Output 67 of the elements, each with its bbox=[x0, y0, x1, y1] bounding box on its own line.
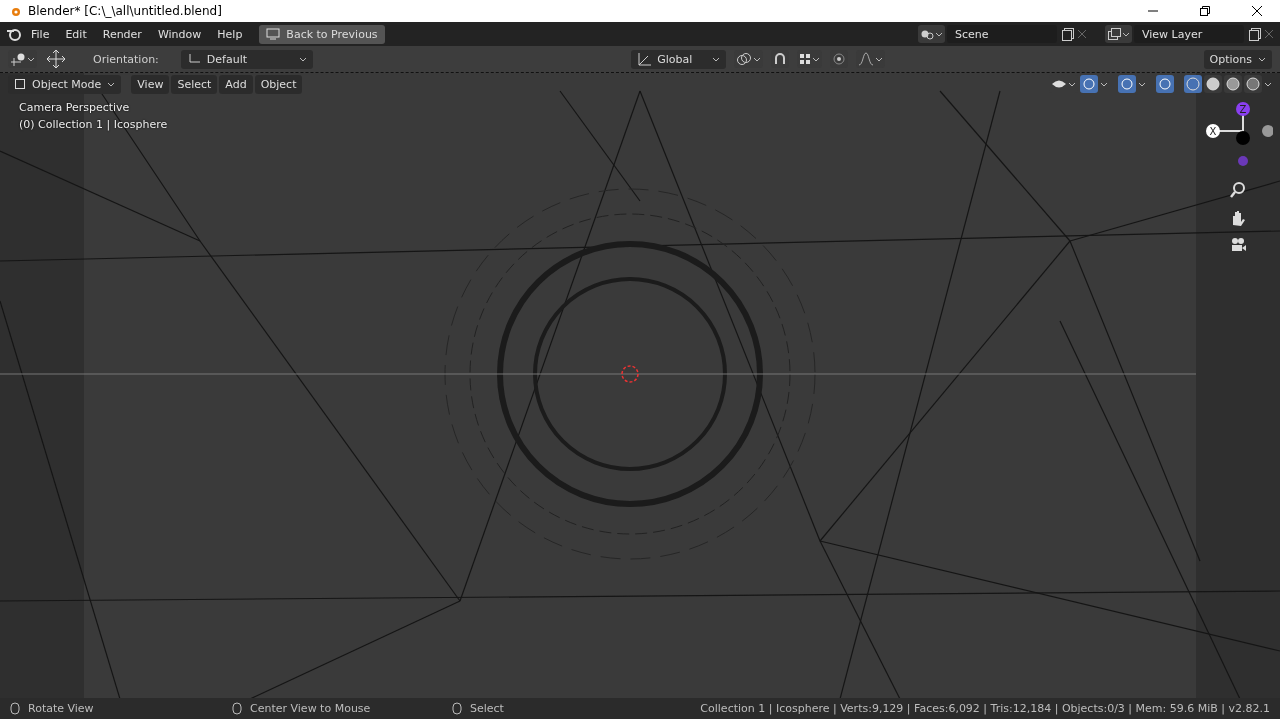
viewport-menu-item[interactable]: View bbox=[131, 74, 170, 94]
back-button[interactable]: Back to Previous bbox=[259, 24, 385, 44]
copy-icon[interactable] bbox=[1248, 27, 1262, 41]
axis-gizmo-drawing[interactable]: Z X bbox=[1203, 101, 1273, 171]
viewport-info-text: (0) Collection 1 | Icosphere bbox=[19, 118, 169, 131]
grid-dots-icon bbox=[799, 53, 812, 65]
window-title: Blender* [C:\_\all\untitled.blend] bbox=[28, 4, 223, 18]
scene-field[interactable]: Scene bbox=[947, 25, 1057, 43]
caret-icon bbox=[1122, 31, 1130, 37]
overlay-toggle-icon[interactable] bbox=[1118, 75, 1136, 93]
tool-icon bbox=[10, 52, 26, 66]
shading-mode-icon[interactable] bbox=[1244, 75, 1262, 93]
scene-stats-text: Collection 1 | Icosphere | Verts:9,129 | Faces:6,092 | Tris:12,184 | Objects:0/3 | Mem: 59.6 MiB | v2.82.1 bbox=[700, 702, 1270, 715]
cube-icon bbox=[14, 78, 26, 90]
view-layer-field[interactable]: View Layer bbox=[1134, 25, 1244, 43]
axes-icon bbox=[637, 52, 652, 66]
caret-icon bbox=[812, 56, 821, 62]
axes-icon bbox=[186, 53, 201, 65]
status-hint-text: Rotate View bbox=[28, 702, 94, 715]
move-icon[interactable] bbox=[45, 49, 67, 69]
transform-dropdown[interactable]: Global bbox=[631, 49, 727, 69]
3d-cursor-icon bbox=[621, 365, 639, 383]
caret-icon bbox=[935, 31, 943, 37]
pivot-icon bbox=[736, 52, 753, 66]
target-icon bbox=[832, 52, 847, 66]
shading-mode-icon[interactable] bbox=[1224, 75, 1242, 93]
viewport-info-text: Camera Perspective bbox=[19, 101, 131, 114]
eye-icon bbox=[1051, 78, 1067, 90]
shading-mode-icon[interactable] bbox=[1184, 75, 1202, 93]
copy-icon[interactable] bbox=[1061, 27, 1075, 41]
monitor-icon bbox=[266, 28, 281, 40]
caret-icon bbox=[299, 56, 307, 62]
caret-icon bbox=[753, 56, 762, 62]
shapes-icon bbox=[920, 28, 934, 40]
app-logo-icon[interactable] bbox=[6, 27, 22, 41]
magnet-icon bbox=[773, 52, 788, 66]
scene-button[interactable] bbox=[918, 25, 945, 43]
view-layer-button[interactable] bbox=[1105, 25, 1132, 43]
menu-item[interactable]: File bbox=[24, 24, 57, 44]
camera-icon[interactable] bbox=[1229, 237, 1247, 253]
menu-item[interactable]: Window bbox=[150, 24, 209, 44]
caret-icon bbox=[107, 81, 116, 87]
caret-icon bbox=[712, 56, 721, 62]
options-dropdown[interactable]: Options bbox=[1203, 49, 1272, 69]
caret-icon bbox=[1138, 81, 1146, 87]
status-hint-text: Select bbox=[470, 702, 504, 715]
xray-toggle-icon[interactable] bbox=[1156, 75, 1174, 93]
caret-icon bbox=[27, 56, 35, 62]
mouse-icon bbox=[232, 702, 242, 715]
layers-icon bbox=[1107, 28, 1121, 40]
menu-item[interactable]: Edit bbox=[58, 24, 94, 44]
caret-icon bbox=[1264, 81, 1272, 87]
menu-item[interactable]: Help bbox=[210, 24, 250, 44]
shading-mode-icon[interactable] bbox=[1204, 75, 1222, 93]
caret-icon bbox=[875, 56, 884, 62]
mouse-icon bbox=[10, 702, 20, 715]
mouse-icon bbox=[452, 702, 462, 715]
gizmo-toggle-icon[interactable] bbox=[1080, 75, 1098, 93]
status-hint-text: Center View to Mouse bbox=[250, 702, 371, 715]
orientation-dropdown[interactable]: Default bbox=[180, 49, 313, 69]
curve-icon bbox=[858, 52, 875, 66]
orientation-label: Orientation: bbox=[93, 52, 159, 66]
caret-icon bbox=[1258, 56, 1266, 62]
caret-icon bbox=[1100, 81, 1108, 87]
menu-item[interactable]: Render bbox=[95, 24, 149, 44]
zoom-icon[interactable] bbox=[1229, 181, 1247, 199]
caret-icon bbox=[1068, 81, 1076, 87]
